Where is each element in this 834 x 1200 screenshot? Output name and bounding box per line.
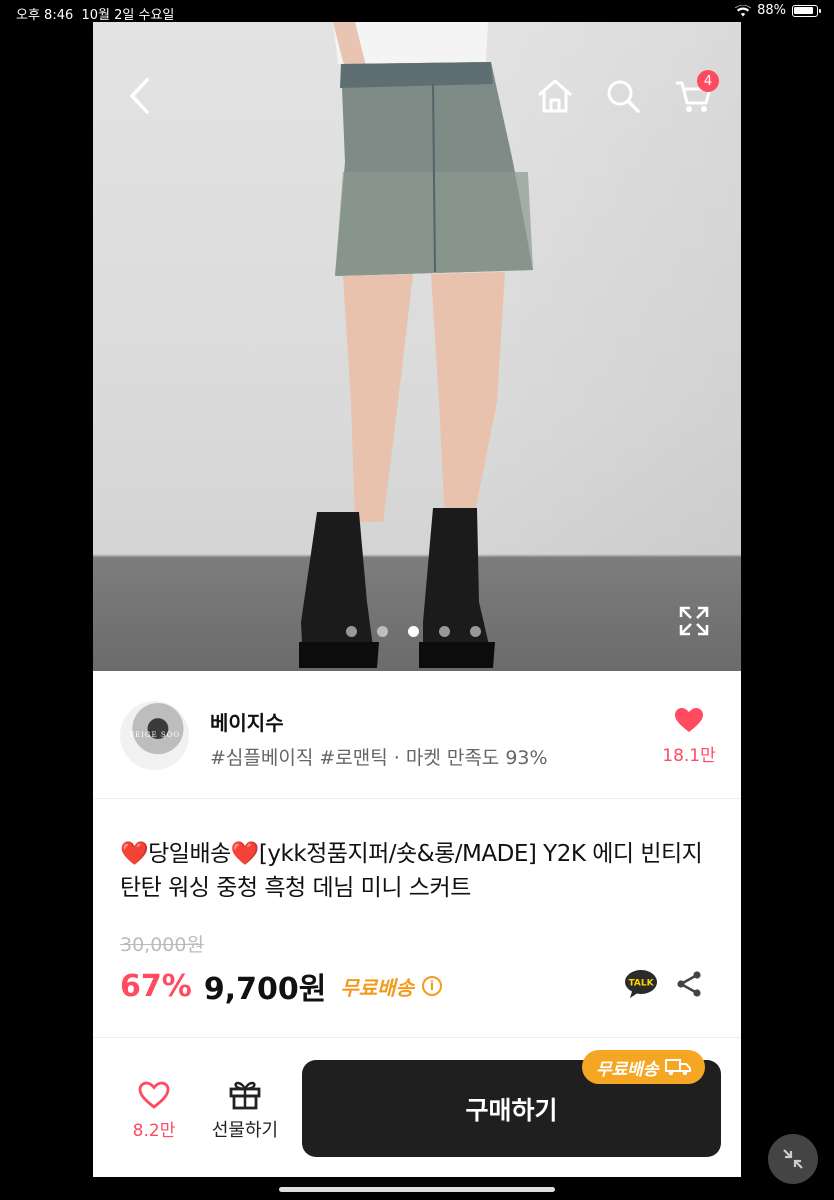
carousel-dot[interactable] bbox=[377, 626, 388, 637]
seller-like-count: 18.1만 bbox=[662, 746, 716, 766]
shrink-window-button[interactable] bbox=[768, 1134, 818, 1184]
share-icon bbox=[677, 971, 701, 997]
home-indicator[interactable] bbox=[279, 1187, 555, 1192]
seller-name[interactable]: 베이지수 bbox=[210, 707, 284, 736]
talk-bubble-icon: TALK bbox=[625, 970, 657, 998]
avatar-logo-text: BEIGE SOO bbox=[128, 731, 181, 739]
wishlist-button[interactable]: 8.2만 bbox=[120, 1080, 188, 1141]
share-button[interactable] bbox=[675, 970, 703, 998]
home-icon bbox=[538, 79, 572, 113]
free-shipping-badge: 무료배송 bbox=[582, 1050, 705, 1084]
svg-text:TALK: TALK bbox=[628, 979, 654, 989]
original-price: 30,000원 bbox=[120, 934, 204, 956]
heart-emoji-icon: ❤️ bbox=[230, 841, 260, 867]
gift-label: 선물하기 bbox=[211, 1120, 279, 1141]
price-row: 67% 9,700원 무료배송 i bbox=[120, 964, 442, 1008]
heart-emoji-icon: ❤️ bbox=[120, 841, 149, 867]
free-shipping-label: 무료배송 bbox=[340, 975, 414, 1000]
back-arrow-icon bbox=[130, 78, 149, 114]
sale-price: 9,700원 bbox=[203, 972, 327, 1007]
cart-button[interactable]: 4 bbox=[671, 70, 719, 118]
info-icon[interactable]: i bbox=[421, 976, 442, 996]
status-time: 오후 8:46 10월 2일 수요일 bbox=[16, 8, 175, 23]
shrink-icon bbox=[783, 1149, 803, 1169]
status-right: 88% bbox=[735, 3, 821, 18]
kakao-talk-button[interactable]: TALK bbox=[623, 968, 659, 1000]
fullscreen-button[interactable] bbox=[679, 606, 709, 636]
seller-tags: #심플베이직 #로맨틱 · 마켓 만족도 93% bbox=[210, 747, 548, 769]
cart-count-badge: 4 bbox=[697, 70, 719, 92]
carousel-dot[interactable] bbox=[346, 626, 357, 637]
expand-icon bbox=[679, 606, 709, 636]
bottom-action-bar: 8.2만 선물하기 구매하기 무료배송 bbox=[93, 1037, 741, 1177]
title-same-day: 당일배송 bbox=[148, 841, 231, 867]
carousel-dot[interactable] bbox=[470, 626, 481, 637]
delivery-truck-icon bbox=[664, 1059, 691, 1076]
back-button[interactable] bbox=[118, 74, 162, 118]
seller-info[interactable]: BEIGE SOO 베이지수 #심플베이직 #로맨틱 · 마켓 만족도 93% … bbox=[93, 671, 741, 799]
status-bar: 오후 8:46 10월 2일 수요일 88% bbox=[0, 0, 834, 23]
search-button[interactable] bbox=[601, 74, 645, 118]
home-button[interactable] bbox=[533, 74, 577, 118]
battery-percent: 88% bbox=[757, 3, 786, 18]
gift-button[interactable]: 선물하기 bbox=[200, 1078, 290, 1142]
carousel-dot[interactable] bbox=[439, 626, 450, 637]
badge-label: 무료배송 bbox=[596, 1059, 659, 1080]
carousel-dot[interactable] bbox=[408, 626, 419, 637]
carousel-indicator bbox=[346, 626, 481, 637]
battery-icon bbox=[792, 4, 821, 17]
seller-avatar[interactable]: BEIGE SOO bbox=[120, 701, 189, 770]
app-window: 4 BEIGE SOO 베이지수 #심플베이직 #로맨틱 · 마켓 만족도 93… bbox=[93, 22, 741, 1177]
top-navigation: 4 bbox=[93, 22, 741, 152]
gift-icon bbox=[229, 1081, 261, 1110]
discount-rate: 67% bbox=[120, 968, 192, 1004]
heart-filled-icon bbox=[675, 708, 703, 732]
seller-like-button[interactable]: 18.1만 bbox=[649, 707, 729, 766]
product-image-carousel[interactable]: 4 bbox=[93, 22, 741, 671]
wifi-icon bbox=[735, 4, 752, 16]
wishlist-count: 8.2만 bbox=[132, 1121, 176, 1141]
product-title: ❤️당일배송❤️[ykk정품지퍼/숏&롱/MADE] Y2K 에디 빈티지 탄탄… bbox=[120, 837, 720, 905]
search-icon bbox=[607, 80, 640, 113]
heart-outline-icon bbox=[138, 1081, 170, 1109]
